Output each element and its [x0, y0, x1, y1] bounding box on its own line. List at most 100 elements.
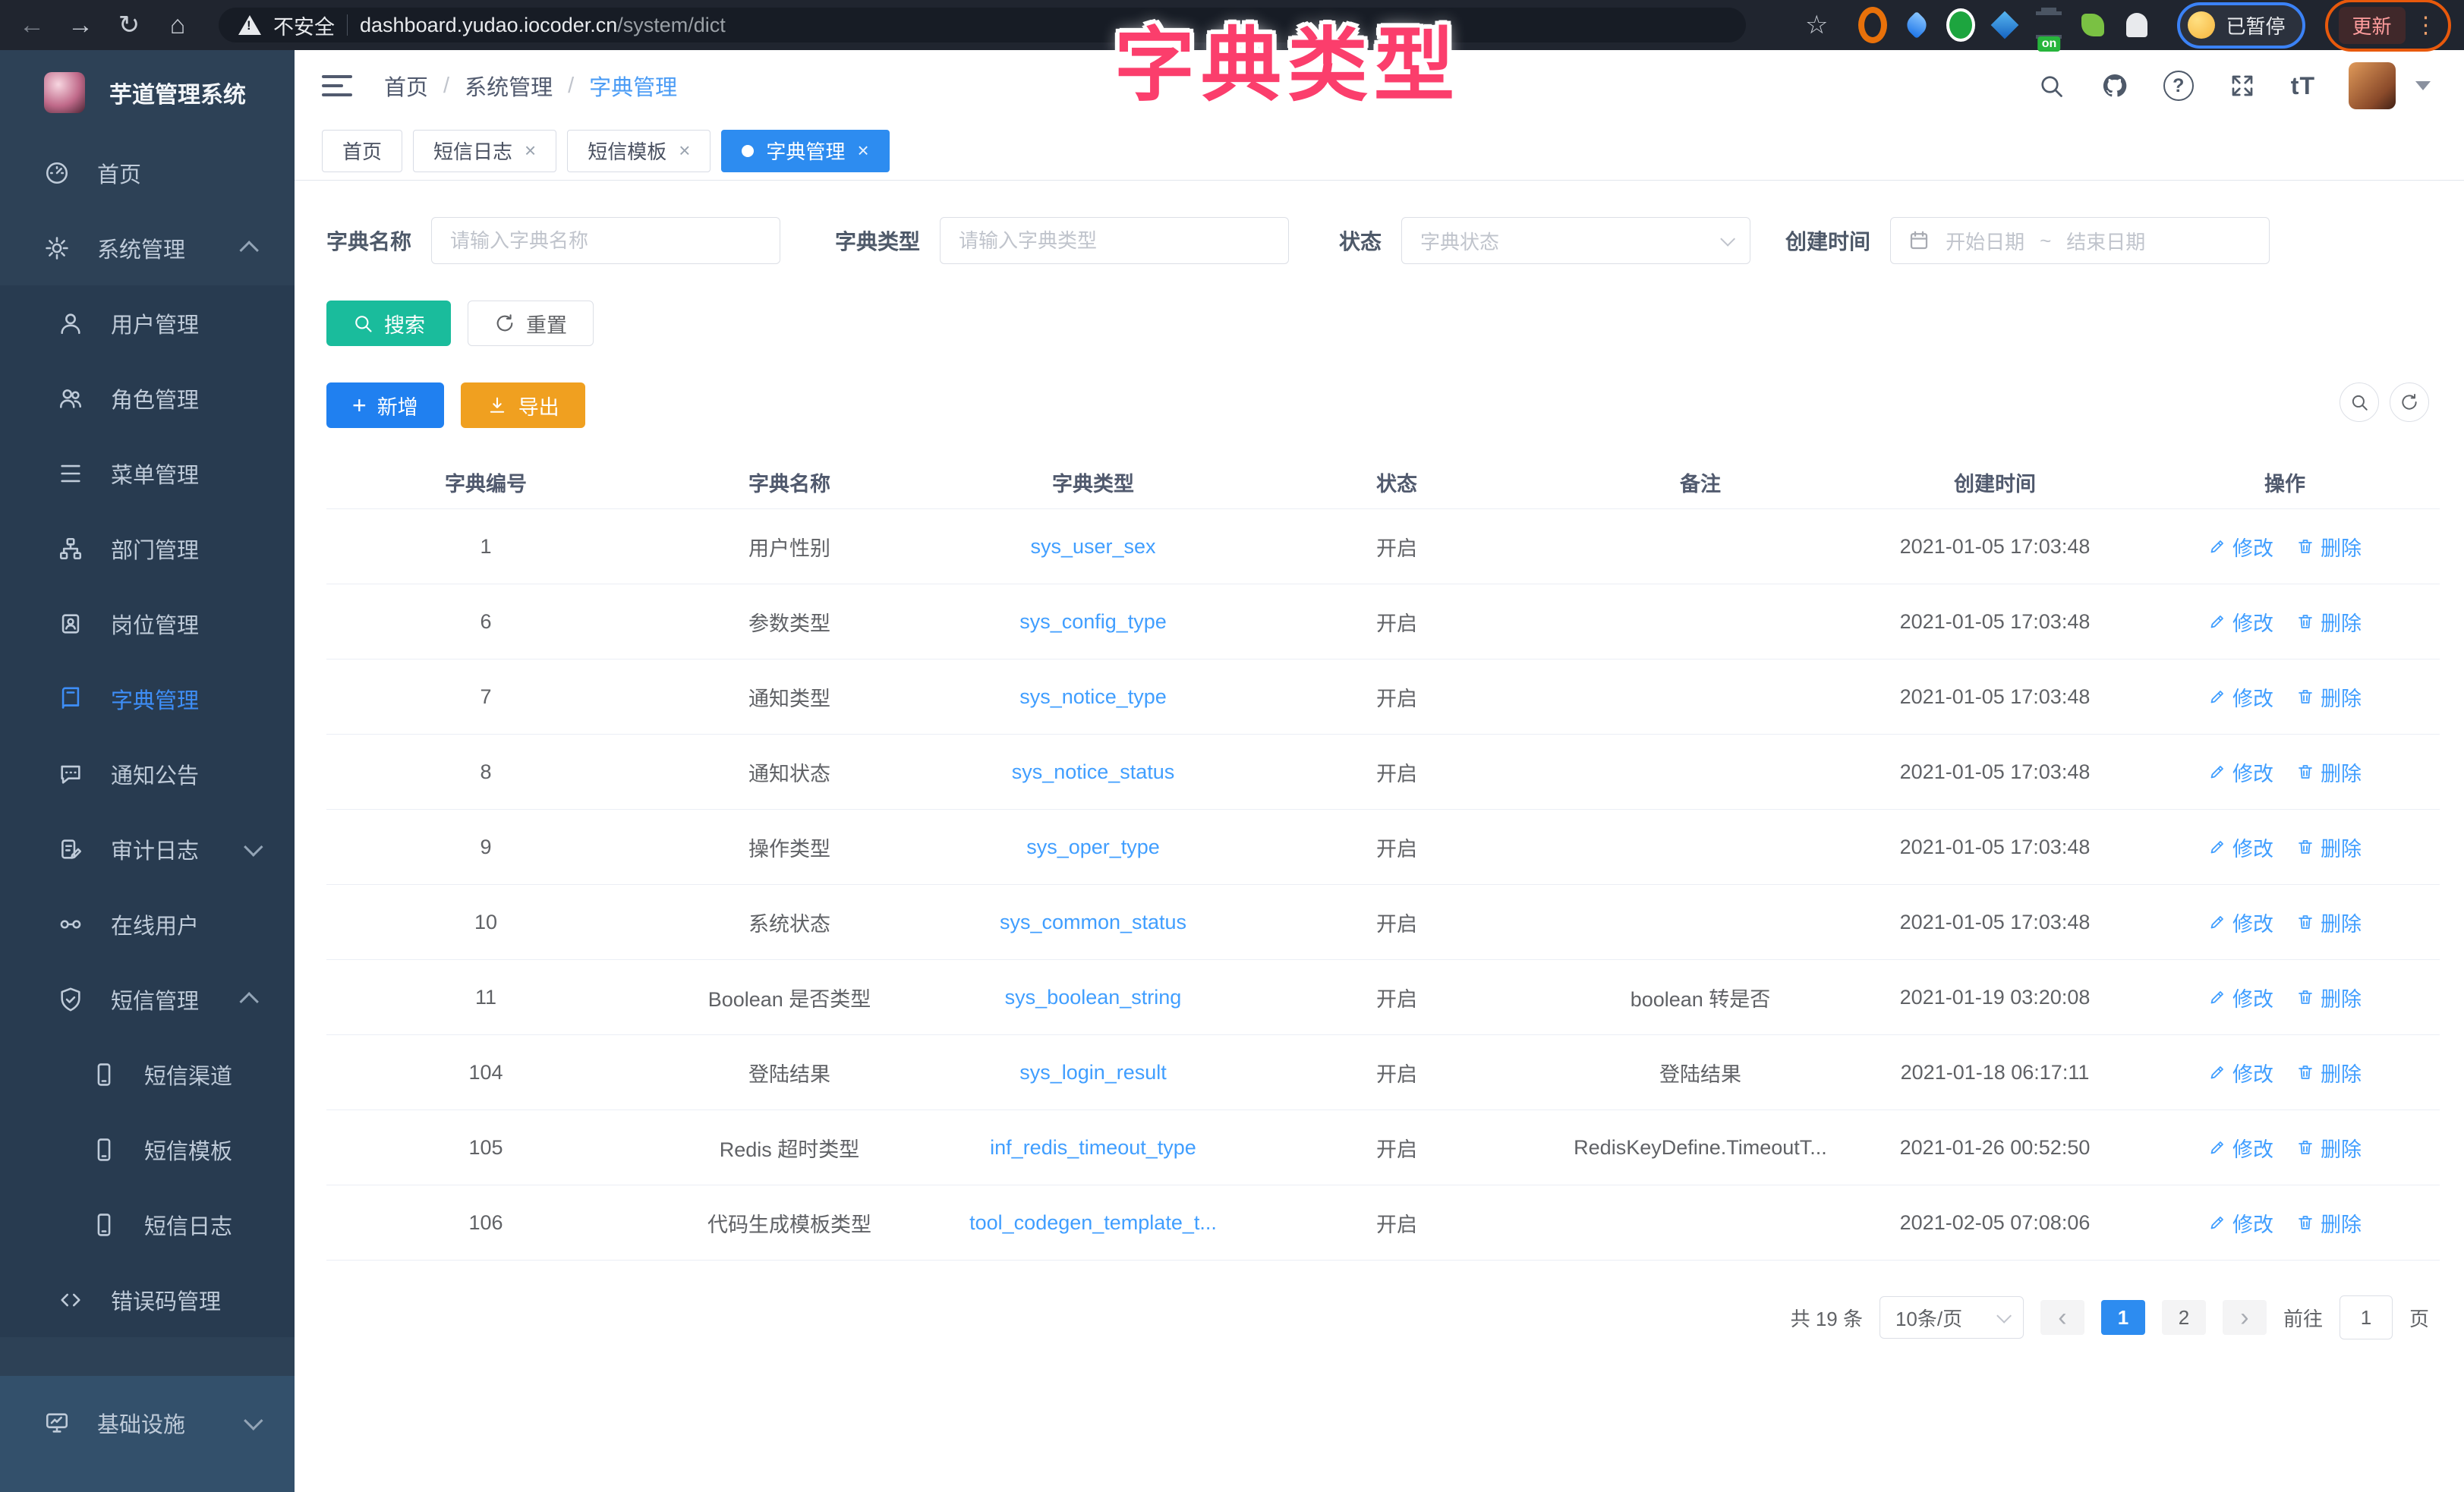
delete-link[interactable]: 删除 [2296, 908, 2362, 937]
edit-link[interactable]: 修改 [2208, 908, 2273, 937]
edit-link[interactable]: 修改 [2208, 1058, 2273, 1088]
edit-link[interactable]: 修改 [2208, 757, 2273, 787]
close-icon[interactable]: × [857, 139, 868, 162]
browser-update-button[interactable]: 更新 [2339, 7, 2406, 44]
avatar-dropdown-icon[interactable] [2415, 81, 2431, 90]
delete-link[interactable]: 删除 [2296, 833, 2362, 862]
list-extension-icon[interactable]: on [2034, 11, 2063, 39]
page-button-2[interactable]: 2 [2162, 1300, 2206, 1335]
sidebar-item-phone-14[interactable]: 短信日志 [0, 1187, 295, 1262]
delete-link[interactable]: 删除 [2296, 532, 2362, 562]
white-ghost-extension-icon[interactable] [2122, 11, 2151, 39]
font-size-icon[interactable]: tT [2291, 72, 2315, 100]
dict-type-link[interactable]: inf_redis_timeout_type [990, 1136, 1196, 1159]
reload-icon[interactable]: ↻ [108, 4, 150, 46]
sidebar-item-dashboard-0[interactable]: 首页 [0, 135, 295, 210]
fullscreen-icon[interactable] [2227, 71, 2258, 101]
tab-sms-log[interactable]: 短信日志 × [413, 130, 556, 172]
sidebar-item-user-2[interactable]: 用户管理 [0, 285, 295, 360]
dict-type-link[interactable]: sys_login_result [1019, 1061, 1167, 1084]
back-icon[interactable]: ← [11, 4, 53, 46]
page-size-select[interactable]: 10条/页 [1880, 1296, 2024, 1339]
dict-type-input[interactable] [940, 217, 1289, 264]
dict-type-link[interactable]: sys_common_status [1000, 911, 1186, 933]
bookmark-star-icon[interactable]: ☆ [1805, 10, 1828, 40]
home-icon[interactable]: ⌂ [156, 4, 199, 46]
delete-link[interactable]: 删除 [2296, 757, 2362, 787]
sidebar-item-online-10[interactable]: 在线用户 [0, 886, 295, 962]
status-select[interactable]: 字典状态 [1401, 217, 1750, 264]
edit-link[interactable]: 修改 [2208, 532, 2273, 562]
prev-page-button[interactable]: ‹ [2040, 1300, 2084, 1335]
dict-name-input[interactable] [431, 217, 780, 264]
sidebar-item-users-3[interactable]: 角色管理 [0, 360, 295, 436]
edit-link[interactable]: 修改 [2208, 607, 2273, 637]
user-avatar[interactable] [2349, 62, 2396, 109]
dict-type-link[interactable]: sys_config_type [1019, 610, 1167, 633]
edit-link[interactable]: 修改 [2208, 1133, 2273, 1163]
green-sprout-extension-icon[interactable] [2078, 11, 2107, 39]
user-icon [58, 310, 83, 336]
show-search-button[interactable] [2340, 382, 2379, 422]
dict-type-link[interactable]: tool_codegen_template_t... [969, 1211, 1217, 1234]
date-range-picker[interactable]: 开始日期 ~ 结束日期 [1890, 217, 2270, 264]
github-icon[interactable] [2100, 71, 2130, 101]
sidebar-item-phone-12[interactable]: 短信渠道 [0, 1037, 295, 1112]
sidebar-item-audit-9[interactable]: 审计日志 [0, 811, 295, 886]
close-icon[interactable]: × [525, 139, 536, 162]
sidebar-item-announcement-8[interactable]: 通知公告 [0, 736, 295, 811]
search-icon[interactable] [2036, 71, 2066, 101]
breadcrumb-home[interactable]: 首页 [384, 70, 428, 102]
forward-icon[interactable]: → [59, 4, 102, 46]
sidebar-item-menu-4[interactable]: 菜单管理 [0, 436, 295, 511]
edit-link[interactable]: 修改 [2208, 682, 2273, 712]
hamburger-menu-icon[interactable] [322, 75, 352, 96]
orange-ring-extension-icon[interactable] [1858, 11, 1887, 39]
delete-link[interactable]: 删除 [2296, 1133, 2362, 1163]
goto-page-input[interactable] [2340, 1295, 2393, 1339]
delete-link[interactable]: 删除 [2296, 682, 2362, 712]
sidebar-item-gear-1[interactable]: 系统管理 [0, 210, 295, 285]
url-host: dashboard.yudao.iocoder.cn [360, 14, 617, 36]
edit-link[interactable]: 修改 [2208, 983, 2273, 1012]
address-bar[interactable]: 不安全 dashboard.yudao.iocoder.cn/system/di… [219, 8, 1746, 42]
add-button[interactable]: + 新增 [326, 382, 444, 428]
search-button[interactable]: 搜索 [326, 301, 451, 346]
dict-type-link[interactable]: sys_user_sex [1030, 535, 1155, 558]
tab-sms-template[interactable]: 短信模板 × [567, 130, 711, 172]
tab-dict-management[interactable]: 字典管理 × [721, 130, 889, 172]
sidebar-item-monitor-16[interactable]: 基础设施 [0, 1385, 295, 1460]
dict-type-link[interactable]: sys_notice_status [1012, 760, 1175, 783]
export-button[interactable]: 导出 [461, 382, 585, 428]
edit-link[interactable]: 修改 [2208, 833, 2273, 862]
blue-drop-extension-icon[interactable] [1902, 11, 1931, 39]
blue-diamond-extension-icon[interactable] [1990, 11, 2019, 39]
dict-type-link[interactable]: sys_notice_type [1019, 685, 1167, 708]
edit-link[interactable]: 修改 [2208, 1208, 2273, 1238]
reset-button[interactable]: 重置 [468, 301, 594, 346]
dict-type-link[interactable]: sys_oper_type [1026, 836, 1160, 858]
delete-link[interactable]: 删除 [2296, 1058, 2362, 1088]
delete-label: 删除 [2321, 908, 2362, 937]
dict-type-link[interactable]: sys_boolean_string [1005, 986, 1182, 1009]
breadcrumb-system[interactable]: 系统管理 [465, 70, 553, 102]
sidebar-item-badge-6[interactable]: 岗位管理 [0, 586, 295, 661]
sidebar-item-org-5[interactable]: 部门管理 [0, 511, 295, 586]
delete-link[interactable]: 删除 [2296, 1208, 2362, 1238]
help-icon[interactable]: ? [2163, 71, 2194, 101]
delete-link[interactable]: 删除 [2296, 607, 2362, 637]
sidebar-item-sms-11[interactable]: 短信管理 [0, 962, 295, 1037]
sidebar-item-dict-7[interactable]: 字典管理 [0, 661, 295, 736]
overflow-menu-icon[interactable]: ⋮ [2415, 12, 2437, 39]
green-circle-extension-icon[interactable] [1946, 11, 1975, 39]
next-page-button[interactable]: › [2223, 1300, 2267, 1335]
sidebar-item-code-15[interactable]: 错误码管理 [0, 1262, 295, 1337]
paused-extension-badge[interactable]: 已暂停 [2177, 2, 2305, 49]
delete-link[interactable]: 删除 [2296, 983, 2362, 1012]
close-icon[interactable]: × [679, 139, 690, 162]
sidebar-item-phone-13[interactable]: 短信模板 [0, 1112, 295, 1187]
cell-dict-name: Boolean 是否类型 [645, 983, 934, 1012]
page-button-1[interactable]: 1 [2101, 1300, 2145, 1335]
tab-home[interactable]: 首页 [322, 130, 402, 172]
refresh-table-button[interactable] [2390, 382, 2429, 422]
